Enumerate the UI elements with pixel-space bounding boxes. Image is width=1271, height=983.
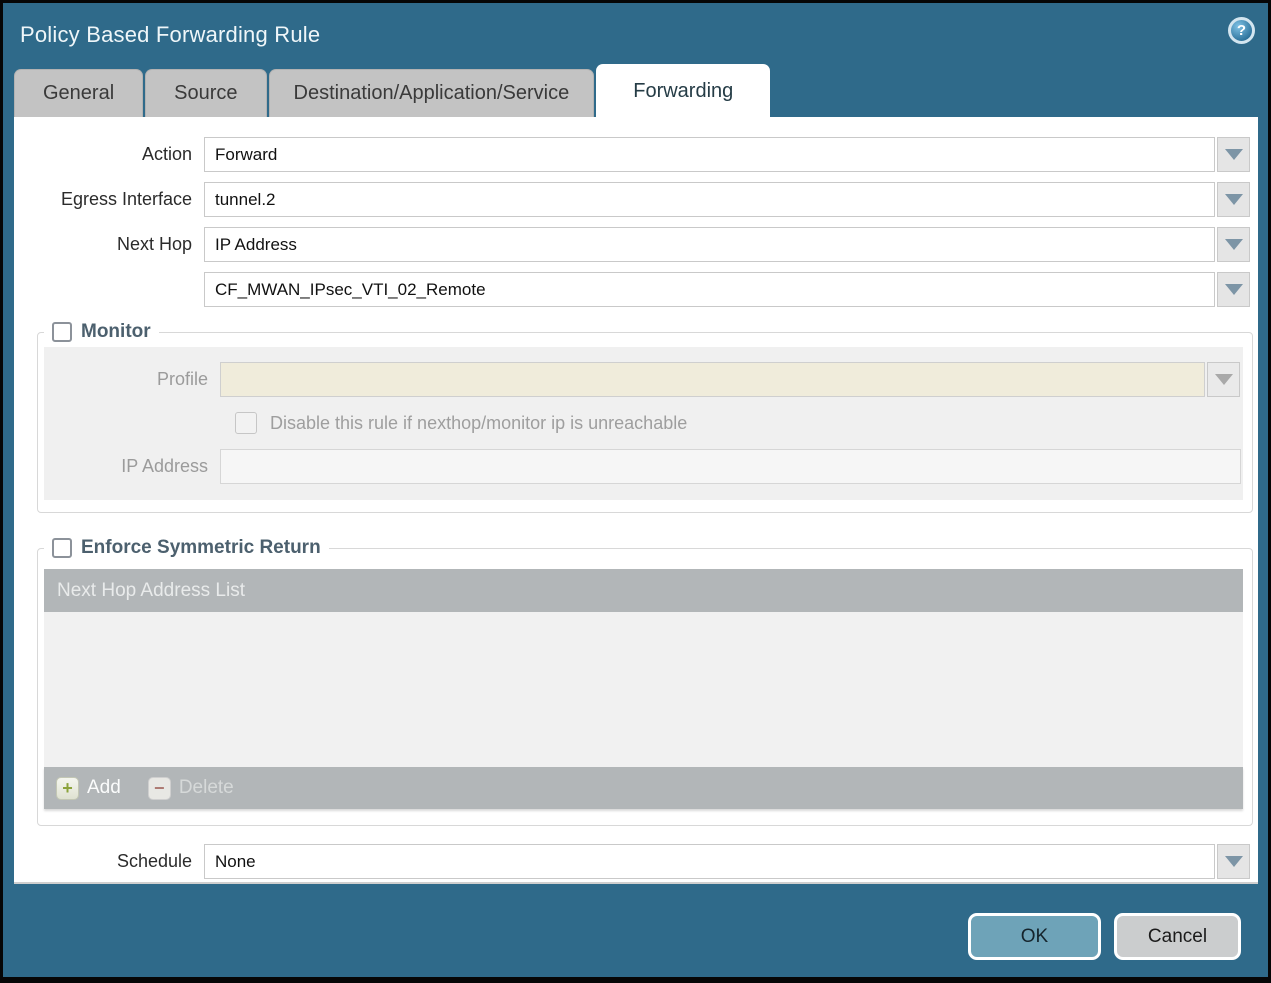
- egress-interface-input[interactable]: [204, 182, 1215, 217]
- action-row: Action: [14, 137, 1250, 172]
- delete-button-label: Delete: [179, 777, 234, 799]
- forwarding-tab-panel: Action Egress Interface Next Hop Monitor: [14, 117, 1258, 884]
- add-icon: +: [56, 777, 79, 800]
- dialog-footer: OK Cancel: [3, 884, 1268, 960]
- monitor-ip-address-label: IP Address: [44, 456, 220, 477]
- next-hop-address-list-header: Next Hop Address List: [44, 569, 1243, 612]
- next-hop-type-dropdown-button[interactable]: [1217, 227, 1250, 262]
- next-hop-address-dropdown-button[interactable]: [1217, 272, 1250, 307]
- tab-bar: General Source Destination/Application/S…: [3, 66, 1268, 117]
- schedule-input[interactable]: [204, 844, 1215, 879]
- profile-input: [220, 362, 1205, 397]
- monitor-section: Monitor Profile Disable this rule if nex…: [37, 321, 1253, 513]
- chevron-down-icon: [1225, 284, 1243, 295]
- tab-general[interactable]: General: [14, 69, 143, 117]
- next-hop-address-input[interactable]: [204, 272, 1215, 307]
- action-input[interactable]: [204, 137, 1215, 172]
- delete-button: − Delete: [148, 777, 234, 800]
- monitor-checkbox[interactable]: [52, 322, 72, 342]
- help-icon[interactable]: ?: [1228, 17, 1255, 44]
- chevron-down-icon: [1225, 239, 1243, 250]
- profile-row: Profile: [44, 361, 1240, 397]
- next-hop-address-list-toolbar: + Add − Delete: [44, 767, 1243, 809]
- enforce-symmetric-return-legend-label: Enforce Symmetric Return: [81, 537, 321, 559]
- monitor-panel: Profile Disable this rule if nexthop/mon…: [44, 347, 1243, 500]
- monitor-ip-address-row: IP Address: [44, 448, 1241, 484]
- schedule-label: Schedule: [14, 851, 204, 872]
- chevron-down-icon: [1225, 149, 1243, 160]
- enforce-symmetric-return-legend: Enforce Symmetric Return: [44, 537, 329, 559]
- egress-interface-row: Egress Interface: [14, 182, 1250, 217]
- profile-dropdown-button: [1207, 362, 1240, 397]
- monitor-legend-label: Monitor: [81, 321, 151, 343]
- chevron-down-icon: [1225, 194, 1243, 205]
- disable-rule-label: Disable this rule if nexthop/monitor ip …: [270, 413, 687, 434]
- egress-interface-dropdown-button[interactable]: [1217, 182, 1250, 217]
- policy-based-forwarding-dialog: Policy Based Forwarding Rule ? General S…: [0, 0, 1271, 983]
- next-hop-address-list-body[interactable]: [44, 612, 1243, 767]
- disable-rule-row: Disable this rule if nexthop/monitor ip …: [235, 412, 1243, 434]
- ok-button[interactable]: OK: [968, 913, 1101, 960]
- tab-forwarding[interactable]: Forwarding: [596, 64, 770, 117]
- action-label: Action: [14, 144, 204, 165]
- next-hop-type-input[interactable]: [204, 227, 1215, 262]
- next-hop-label: Next Hop: [14, 234, 204, 255]
- action-dropdown-button[interactable]: [1217, 137, 1250, 172]
- tab-source[interactable]: Source: [145, 69, 266, 117]
- enforce-symmetric-return-checkbox[interactable]: [52, 538, 72, 558]
- cancel-button[interactable]: Cancel: [1114, 913, 1241, 960]
- add-button-label: Add: [87, 777, 121, 799]
- dialog-titlebar: Policy Based Forwarding Rule ?: [3, 3, 1268, 66]
- chevron-down-icon: [1215, 374, 1233, 385]
- schedule-row: Schedule: [14, 844, 1250, 879]
- monitor-legend: Monitor: [44, 321, 159, 343]
- enforce-symmetric-return-section: Enforce Symmetric Return Next Hop Addres…: [37, 537, 1253, 826]
- next-hop-address-list-table: Next Hop Address List + Add − Delete: [44, 569, 1243, 809]
- dialog-title: Policy Based Forwarding Rule: [3, 22, 320, 48]
- add-button[interactable]: + Add: [56, 777, 121, 800]
- disable-rule-checkbox: [235, 412, 257, 434]
- next-hop-row: Next Hop: [14, 227, 1250, 262]
- next-hop-address-row: [14, 272, 1250, 307]
- profile-label: Profile: [44, 369, 220, 390]
- chevron-down-icon: [1225, 856, 1243, 867]
- egress-interface-label: Egress Interface: [14, 189, 204, 210]
- monitor-ip-address-input: [220, 449, 1241, 484]
- tab-destination-application-service[interactable]: Destination/Application/Service: [269, 69, 595, 117]
- delete-icon: −: [148, 777, 171, 800]
- schedule-dropdown-button[interactable]: [1217, 844, 1250, 879]
